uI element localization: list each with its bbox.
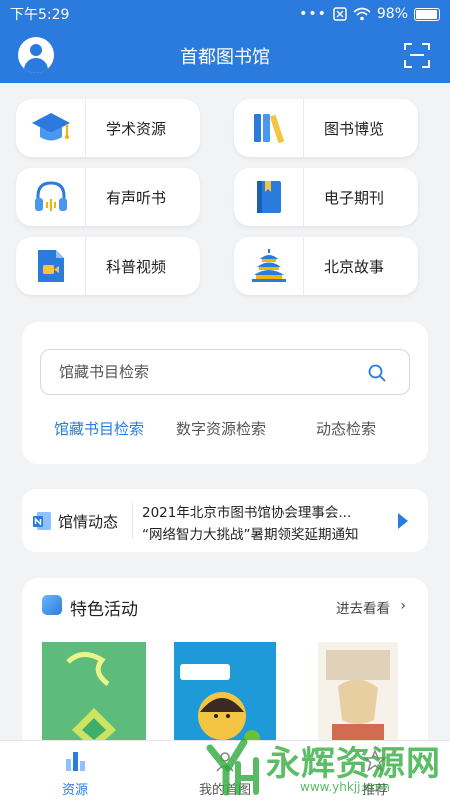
category-label: 科普视频 xyxy=(106,257,167,276)
status-icons: ••• 98% xyxy=(299,6,440,22)
status-bar: 下午5:29 ••• 98% xyxy=(0,0,450,28)
wifi-icon xyxy=(353,7,371,21)
category-label: 学术资源 xyxy=(106,119,167,138)
battery-percent: 98% xyxy=(376,6,408,22)
search-panel: 馆藏书目检索 数字资源检索 动态检索 xyxy=(22,322,428,464)
tab-digital-search[interactable]: 数字资源检索 xyxy=(176,418,266,439)
more-dots-icon: ••• xyxy=(299,6,327,22)
avatar[interactable] xyxy=(18,37,54,73)
category-label: 电子期刊 xyxy=(324,188,385,207)
temple-of-heaven-icon xyxy=(251,249,286,282)
category-ejournal[interactable]: 电子期刊 xyxy=(234,168,418,226)
user-icon-body xyxy=(24,58,48,73)
category-icon-wrap xyxy=(234,237,304,295)
news-item[interactable]: “网络智力大挑战”暑期领奖延期通知 xyxy=(142,523,392,543)
app-header: 首都图书馆 xyxy=(0,28,450,83)
bar-chart-icon xyxy=(66,752,85,771)
divider xyxy=(132,503,133,539)
category-icon-wrap xyxy=(16,237,86,295)
category-icon-wrap xyxy=(16,99,86,157)
tab-catalog-search[interactable]: 馆藏书目检索 xyxy=(54,418,144,439)
category-label: 有声听书 xyxy=(106,188,167,207)
sim-icon xyxy=(333,7,347,21)
tab-resources[interactable]: 资源 xyxy=(0,741,150,800)
status-time: 下午5:29 xyxy=(10,7,70,23)
watermark: 永辉资源网 www.yhkjj.com xyxy=(204,736,450,800)
see-more-link[interactable]: 进去看看 xyxy=(336,597,390,617)
journal-icon xyxy=(256,181,281,213)
news-item[interactable]: 2021年北京市图书馆协会理事会... xyxy=(142,501,392,521)
watermark-logo xyxy=(206,738,259,796)
tab-news-search[interactable]: 动态检索 xyxy=(316,418,376,439)
search-input[interactable] xyxy=(59,363,359,381)
page-title: 首都图书馆 xyxy=(180,46,270,68)
chevron-right-icon[interactable]: › xyxy=(400,598,406,614)
category-icon-wrap xyxy=(234,99,304,157)
user-icon xyxy=(30,44,42,56)
category-academic[interactable]: 学术资源 xyxy=(16,99,200,157)
category-beijing-stories[interactable]: 北京故事 xyxy=(234,237,418,295)
scan-icon[interactable] xyxy=(404,42,430,68)
video-file-icon xyxy=(37,250,64,282)
graduation-cap-icon xyxy=(31,113,70,141)
battery-icon xyxy=(414,7,440,21)
activity-cover[interactable] xyxy=(42,642,146,752)
news-label: 馆情动态 xyxy=(58,513,119,531)
news-ticker[interactable]: 馆情动态 2021年北京市图书馆协会理事会... “网络智力大挑战”暑期领奖延期… xyxy=(22,489,428,552)
square-icon xyxy=(42,595,62,615)
headphones-icon xyxy=(34,181,67,211)
tab-label: 资源 xyxy=(61,783,88,798)
search-box[interactable] xyxy=(40,349,410,395)
category-science-video[interactable]: 科普视频 xyxy=(16,237,200,295)
search-icon[interactable] xyxy=(367,363,387,383)
category-books[interactable]: 图书博览 xyxy=(234,99,418,157)
category-label: 图书博览 xyxy=(324,119,385,138)
section-title: 特色活动 xyxy=(70,600,138,620)
books-icon xyxy=(253,114,284,143)
category-audiobook[interactable]: 有声听书 xyxy=(16,168,200,226)
category-icon-wrap xyxy=(234,168,304,226)
watermark-url: www.yhkjj.com xyxy=(300,780,390,794)
category-icon-wrap xyxy=(16,168,86,226)
news-icon xyxy=(33,512,51,530)
arrow-right-icon[interactable] xyxy=(398,513,408,529)
category-label: 北京故事 xyxy=(324,257,385,276)
watermark-text: 永辉资源网 xyxy=(266,744,441,784)
